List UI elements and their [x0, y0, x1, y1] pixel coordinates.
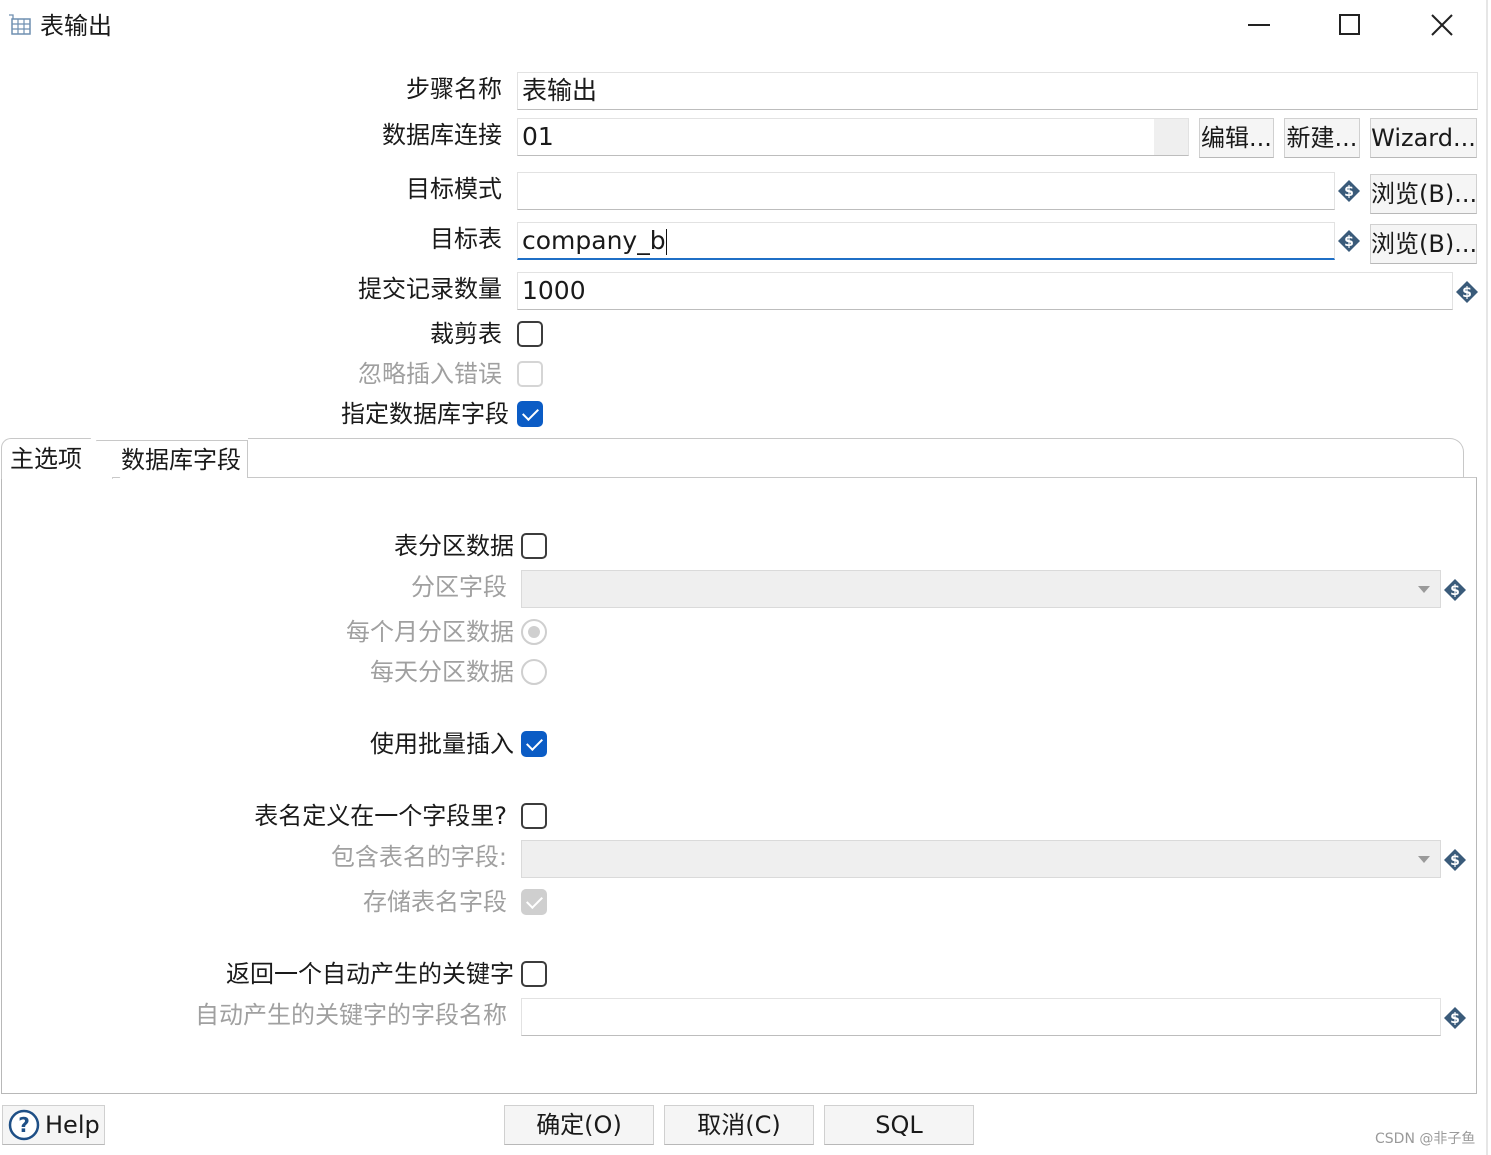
return-auto-key-label: 返回一个自动产生的关键字	[226, 960, 514, 988]
tab-strip-border	[248, 438, 1464, 478]
db-connection-value: 01	[522, 122, 554, 151]
variable-icon: $	[1444, 849, 1466, 871]
variable-icon[interactable]: $	[1337, 179, 1361, 203]
partition-monthly-label: 每个月分区数据	[346, 618, 514, 646]
chevron-down-icon	[1418, 586, 1430, 593]
new-connection-button[interactable]: 新建...	[1284, 118, 1360, 158]
title-bar: 表输出	[0, 0, 1491, 54]
return-auto-key-checkbox[interactable]	[521, 961, 547, 987]
cancel-button[interactable]: 取消(C)	[664, 1105, 814, 1145]
window-title: 表输出	[40, 12, 112, 40]
table-name-in-field-label: 表名定义在一个字段里?	[254, 802, 507, 830]
db-connection-label: 数据库连接	[382, 121, 502, 149]
variable-icon[interactable]: $	[1337, 229, 1361, 253]
table-name-field-select	[521, 840, 1441, 878]
step-name-input[interactable]: 表输出	[517, 72, 1478, 110]
partition-field-label: 分区字段	[411, 573, 507, 601]
svg-text:?: ?	[18, 1113, 30, 1137]
auto-key-field-name-input	[521, 998, 1441, 1036]
tab-db-fields[interactable]: 数据库字段	[96, 440, 248, 478]
step-name-label: 步骤名称	[406, 75, 502, 103]
specify-db-fields-label: 指定数据库字段	[341, 400, 509, 428]
truncate-table-checkbox[interactable]	[517, 321, 543, 347]
svg-text:$: $	[1344, 234, 1354, 250]
svg-text:$: $	[1450, 853, 1460, 869]
commit-size-input[interactable]: 1000	[517, 272, 1453, 310]
partition-daily-label: 每天分区数据	[370, 658, 514, 686]
specify-db-fields-checkbox[interactable]	[517, 401, 543, 427]
variable-icon: $	[1444, 579, 1466, 601]
db-connection-select[interactable]: 01	[517, 118, 1189, 156]
ignore-insert-errors-checkbox	[517, 361, 543, 387]
sql-button[interactable]: SQL	[824, 1105, 974, 1145]
truncate-table-label: 裁剪表	[430, 320, 502, 348]
help-button[interactable]: ? Help	[2, 1105, 105, 1145]
watermark: CSDN @非子鱼	[1375, 1131, 1476, 1147]
variable-icon: $	[1444, 1007, 1466, 1029]
close-icon[interactable]	[1429, 12, 1455, 38]
dropdown-arrow-area[interactable]	[1154, 119, 1188, 155]
auto-key-field-name-label: 自动产生的关键字的字段名称	[195, 1001, 507, 1029]
table-name-field-label: 包含表名的字段:	[330, 843, 507, 871]
edit-connection-button[interactable]: 编辑...	[1199, 118, 1274, 158]
partition-field-select	[521, 570, 1441, 608]
table-output-icon	[9, 14, 31, 35]
text-cursor	[665, 229, 667, 255]
tab-db-fields-label: 数据库字段	[121, 446, 241, 474]
commit-size-label: 提交记录数量	[358, 275, 502, 303]
browse-table-button[interactable]: 浏览(B)...	[1370, 224, 1477, 264]
window-edge	[1486, 0, 1488, 1155]
target-schema-input[interactable]	[517, 172, 1335, 210]
target-table-input[interactable]: company_b	[517, 222, 1335, 260]
tab-main-options[interactable]: 主选项	[1, 438, 113, 479]
partition-monthly-radio	[521, 619, 547, 645]
svg-text:$: $	[1462, 285, 1472, 301]
maximize-icon[interactable]	[1337, 12, 1363, 38]
minimize-icon[interactable]	[1246, 12, 1272, 38]
variable-icon[interactable]: $	[1455, 280, 1479, 304]
table-name-in-field-checkbox[interactable]	[521, 803, 547, 829]
help-button-label: Help	[45, 1111, 100, 1139]
target-table-value: company_b	[522, 226, 666, 255]
browse-schema-button[interactable]: 浏览(B)...	[1370, 174, 1477, 214]
help-icon: ?	[8, 1109, 40, 1141]
store-table-name-field-label: 存储表名字段	[363, 888, 507, 916]
target-schema-label: 目标模式	[406, 175, 502, 203]
partition-daily-radio	[521, 659, 547, 685]
svg-text:$: $	[1450, 583, 1460, 599]
ignore-insert-errors-label: 忽略插入错误	[358, 360, 502, 388]
chevron-down-icon	[1418, 856, 1430, 863]
partition-data-checkbox[interactable]	[521, 533, 547, 559]
use-batch-insert-checkbox[interactable]	[521, 731, 547, 757]
use-batch-insert-label: 使用批量插入	[370, 730, 514, 758]
svg-text:$: $	[1450, 1011, 1460, 1027]
tab-main-options-label: 主选项	[10, 445, 82, 473]
target-table-label: 目标表	[430, 225, 502, 253]
store-table-name-field-checkbox	[521, 889, 547, 915]
wizard-button[interactable]: Wizard...	[1370, 118, 1477, 158]
partition-data-label: 表分区数据	[394, 532, 514, 560]
svg-text:$: $	[1344, 184, 1354, 200]
ok-button[interactable]: 确定(O)	[504, 1105, 654, 1145]
